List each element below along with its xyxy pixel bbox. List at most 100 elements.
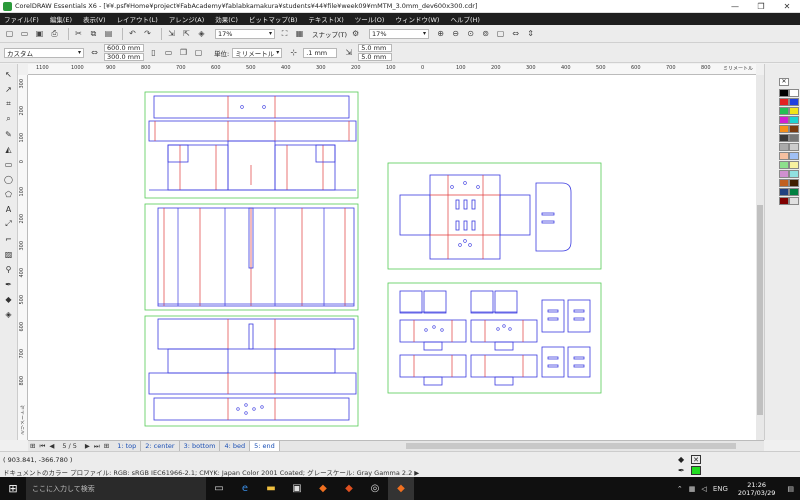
shape-tool-icon[interactable]: ↗ — [3, 83, 15, 95]
nudge-distance-input[interactable]: .1 mm — [303, 47, 338, 58]
crop-tool-icon[interactable]: ⌗ — [3, 98, 15, 110]
application-launcher-icon[interactable]: ◈ — [196, 28, 207, 39]
hole[interactable] — [236, 407, 240, 411]
page-height-input[interactable]: 300.0 mm — [104, 53, 144, 61]
pick-tool-icon[interactable]: ↖ — [3, 68, 15, 80]
minimize-button[interactable]: — — [722, 2, 748, 11]
vertical-ruler[interactable]: 300 200 100 0 100 200 300 400 500 600 700 800 ミリメートル — [18, 75, 28, 440]
zoom-width-icon[interactable]: ⇔ — [510, 28, 521, 39]
hole[interactable] — [424, 328, 428, 332]
slot[interactable] — [471, 199, 476, 210]
page-tab-bottom[interactable]: 3: bottom — [180, 440, 221, 452]
palette-swatch[interactable] — [789, 188, 799, 196]
palette-swatch[interactable] — [779, 143, 789, 151]
palette-swatch[interactable] — [789, 170, 799, 178]
zoom-level-select[interactable]: 17% — [215, 28, 275, 39]
menu-edit[interactable]: 編集(E) — [50, 14, 72, 24]
hole[interactable] — [240, 105, 244, 109]
rounded-side-panel[interactable] — [535, 182, 572, 252]
add-page-icon[interactable]: ⊞ — [30, 442, 35, 450]
rulers-icon[interactable]: ▦ — [294, 28, 305, 39]
palette-swatch[interactable] — [789, 197, 799, 205]
panel-bottom-upper[interactable] — [157, 318, 355, 350]
last-page-icon[interactable]: ⏭ — [94, 442, 100, 451]
tab[interactable] — [423, 341, 443, 351]
slot[interactable] — [541, 212, 555, 216]
panel-body[interactable] — [167, 348, 229, 374]
horizontal-ruler[interactable]: 1100 1000 900 800 700 600 500 400 300 200 100 0 100 2… — [28, 64, 756, 75]
slot[interactable] — [573, 364, 585, 368]
undo-icon[interactable]: ↶ — [127, 28, 138, 39]
menu-file[interactable]: ファイル(F) — [4, 14, 39, 24]
palette-swatch[interactable] — [789, 89, 799, 97]
outline-color-swatch[interactable] — [691, 466, 701, 475]
slot[interactable] — [547, 317, 559, 321]
zoom-tool-icon[interactable]: ⌕ — [3, 113, 15, 125]
panel-long-strip[interactable] — [148, 120, 357, 142]
maximize-button[interactable]: ❐ — [748, 2, 774, 11]
drawing-svg[interactable] — [28, 75, 756, 440]
side-panel[interactable] — [541, 299, 565, 333]
zoom-height-icon[interactable]: ⇕ — [525, 28, 536, 39]
page-outline-center[interactable] — [144, 203, 359, 311]
connector-tool-icon[interactable]: ⌐ — [3, 233, 15, 245]
hole[interactable] — [244, 403, 248, 407]
palette-swatch[interactable] — [779, 134, 789, 142]
palette-swatch[interactable] — [789, 98, 799, 106]
interactive-fill-icon[interactable]: ◈ — [3, 308, 15, 320]
hole[interactable] — [260, 405, 264, 409]
side-panel[interactable] — [567, 346, 591, 378]
hole[interactable] — [502, 324, 506, 328]
palette-swatch[interactable] — [789, 152, 799, 160]
tab[interactable] — [167, 144, 189, 163]
menu-effects[interactable]: 効果(C) — [215, 14, 238, 24]
slot[interactable] — [248, 323, 254, 350]
hole[interactable] — [508, 327, 512, 331]
redo-icon[interactable]: ↷ — [142, 28, 153, 39]
panel-center[interactable] — [227, 140, 276, 191]
copy-icon[interactable]: ⧉ — [88, 28, 99, 39]
page-size-preset-select[interactable]: カスタム — [4, 47, 84, 58]
vertical-scrollbar-thumb[interactable] — [757, 205, 763, 415]
side-panel[interactable] — [541, 346, 565, 378]
hole[interactable] — [496, 327, 500, 331]
net-panel[interactable] — [399, 319, 467, 343]
panel-top-strip[interactable] — [153, 95, 350, 119]
palette-swatch[interactable] — [789, 134, 799, 142]
new-document-icon[interactable]: ▢ — [4, 28, 15, 39]
print-icon[interactable]: ⎙ — [49, 28, 60, 39]
slot[interactable] — [471, 220, 476, 231]
menu-text[interactable]: テキスト(X) — [308, 14, 343, 24]
slot[interactable] — [541, 220, 555, 224]
palette-swatch[interactable] — [779, 116, 789, 124]
menu-help[interactable]: ヘルプ(H) — [450, 14, 479, 24]
eyedropper-icon[interactable]: ⚲ — [3, 263, 15, 275]
hole[interactable] — [463, 239, 467, 243]
zoom-selected-icon[interactable]: ⊙ — [465, 28, 476, 39]
tab[interactable] — [494, 376, 514, 386]
menu-layout[interactable]: レイアウト(L) — [117, 14, 158, 24]
tray-chevron-icon[interactable]: ⌃ — [677, 485, 683, 493]
windows-start-icon[interactable]: ⊞ — [0, 477, 26, 500]
fill-tool-icon[interactable]: ◆ — [3, 293, 15, 305]
next-page-icon[interactable]: ▶ — [85, 442, 90, 450]
landscape-icon[interactable]: ▭ — [163, 47, 174, 58]
parallel-dimension-icon[interactable]: ⤢ — [3, 218, 15, 230]
input-language[interactable]: ENG — [713, 485, 728, 493]
hole[interactable] — [440, 328, 444, 332]
slot[interactable] — [547, 309, 559, 313]
palette-swatch[interactable] — [779, 188, 789, 196]
slot[interactable] — [547, 364, 559, 368]
palette-swatch[interactable] — [779, 161, 789, 169]
all-pages-icon[interactable]: ❐ — [178, 47, 189, 58]
palette-swatch[interactable] — [779, 179, 789, 187]
zoom-level-select-2[interactable]: 17% — [369, 28, 430, 39]
small-panel[interactable] — [423, 290, 447, 314]
slot[interactable] — [573, 317, 585, 321]
zoom-out-icon[interactable]: ⊖ — [450, 28, 461, 39]
page-tab-end[interactable]: 5: end — [250, 440, 280, 452]
menu-arrange[interactable]: アレンジ(A) — [169, 14, 205, 24]
palette-swatch[interactable] — [779, 107, 789, 115]
tab[interactable] — [494, 341, 514, 351]
slot[interactable] — [463, 199, 468, 210]
